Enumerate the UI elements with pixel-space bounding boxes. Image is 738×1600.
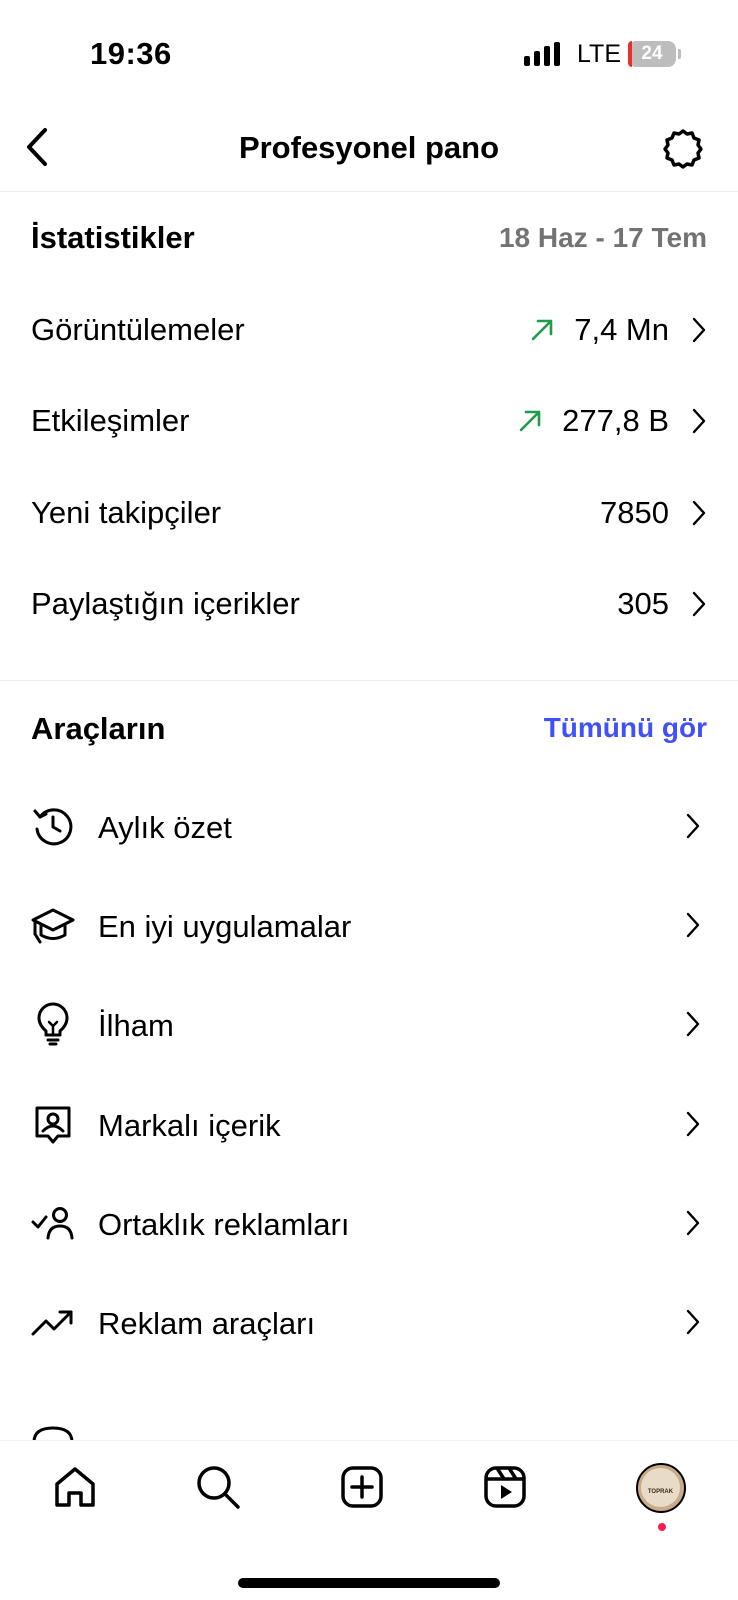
- tool-item-best-practices[interactable]: En iyi uygulamalar: [31, 890, 707, 960]
- avatar-logo-text: TOPRAK: [647, 1489, 674, 1495]
- tools-title: Araçların: [31, 711, 166, 746]
- home-indicator: [238, 1578, 500, 1588]
- stat-value: 7850: [600, 495, 669, 530]
- lightbulb-icon: [31, 1002, 75, 1046]
- chevron-right-icon: [691, 407, 707, 435]
- bottom-nav: TOPRAK: [0, 1440, 738, 1600]
- stats-title: İstatistikler: [31, 220, 195, 255]
- stat-value: 305: [617, 586, 669, 621]
- tools-header: Araçların Tümünü gör: [31, 711, 707, 751]
- status-time: 19:36: [90, 36, 172, 71]
- home-icon: [55, 1467, 95, 1507]
- trending-up-icon: [31, 1300, 75, 1344]
- chevron-right-icon: [691, 316, 707, 344]
- battery-percent: 24: [641, 43, 663, 64]
- nav-home-button[interactable]: [47, 1459, 103, 1515]
- stat-row-shared-content[interactable]: Paylaştığın içerikler 305: [31, 574, 707, 634]
- search-icon: [197, 1466, 240, 1509]
- chevron-right-icon: [686, 813, 700, 839]
- status-bar: 19:36 LTE 24: [0, 0, 738, 100]
- stat-label: Yeni takipçiler: [31, 495, 222, 530]
- stat-row-interactions[interactable]: Etkileşimler 277,8 B: [31, 391, 707, 451]
- graduation-cap-icon: [31, 903, 75, 947]
- notification-dot: [658, 1523, 666, 1531]
- chevron-right-icon: [691, 499, 707, 527]
- partner-check-icon: [31, 1201, 75, 1245]
- nav-reels-button[interactable]: [477, 1459, 533, 1515]
- stat-row-views[interactable]: Görüntülemeler 7,4 Mn: [31, 300, 707, 360]
- nav-create-button[interactable]: [334, 1459, 390, 1515]
- branded-content-icon: [31, 1102, 75, 1146]
- stat-row-new-followers[interactable]: Yeni takipçiler 7850: [31, 483, 707, 543]
- profile-avatar[interactable]: TOPRAK: [636, 1463, 686, 1513]
- section-divider: [0, 680, 738, 681]
- gear-icon: [663, 129, 703, 169]
- tool-item-partnership-ads[interactable]: Ortaklık reklamları: [31, 1188, 707, 1258]
- date-range[interactable]: 18 Haz - 17 Tem: [499, 222, 707, 254]
- create-plus-icon: [341, 1466, 383, 1508]
- chevron-right-icon: [686, 1011, 700, 1037]
- stat-label: Görüntülemeler: [31, 312, 245, 347]
- signal-icon: [524, 42, 562, 66]
- tool-label: İlham: [98, 1008, 174, 1043]
- tool-label: Ortaklık reklamları: [98, 1207, 350, 1242]
- professional-dashboard-screen: 19:36 LTE 24 Profesyonel pano İstatistik…: [0, 0, 738, 1600]
- chevron-right-icon: [691, 590, 707, 618]
- tool-item-inspiration[interactable]: İlham: [31, 989, 707, 1059]
- avatar-image: [641, 1468, 680, 1507]
- trend-up-icon: [518, 408, 544, 434]
- page-title: Profesyonel pano: [238, 130, 500, 165]
- tool-label: En iyi uygulamalar: [98, 909, 352, 944]
- tool-label: Markalı içerik: [98, 1108, 281, 1143]
- chevron-right-icon: [686, 1111, 700, 1137]
- stat-value: 7,4 Mn: [574, 312, 669, 347]
- nav-search-button[interactable]: [190, 1459, 246, 1515]
- chevron-right-icon: [686, 1210, 700, 1236]
- tool-item-monthly-summary[interactable]: Aylık özet: [31, 791, 707, 861]
- chevron-right-icon: [686, 912, 700, 938]
- stat-value: 277,8 B: [562, 403, 669, 438]
- tool-item-branded-content[interactable]: Markalı içerik: [31, 1089, 707, 1159]
- trend-up-icon: [530, 317, 556, 343]
- header: Profesyonel pano: [0, 100, 738, 192]
- history-clock-icon: [31, 804, 75, 848]
- settings-button[interactable]: [660, 126, 706, 172]
- reels-icon: [484, 1466, 526, 1508]
- stat-label: Paylaştığın içerikler: [31, 586, 300, 621]
- tool-item-ad-tools[interactable]: Reklam araçları: [31, 1287, 707, 1357]
- tool-label: Aylık özet: [98, 810, 232, 845]
- stat-label: Etkileşimler: [31, 403, 190, 438]
- see-all-link[interactable]: Tümünü gör: [544, 712, 707, 744]
- battery-tip: [678, 49, 681, 59]
- battery-icon: 24: [628, 41, 676, 67]
- stats-header: İstatistikler 18 Haz - 17 Tem: [31, 220, 707, 260]
- chevron-right-icon: [686, 1309, 700, 1335]
- tool-label: Reklam araçları: [98, 1306, 316, 1341]
- network-type: LTE: [577, 40, 621, 68]
